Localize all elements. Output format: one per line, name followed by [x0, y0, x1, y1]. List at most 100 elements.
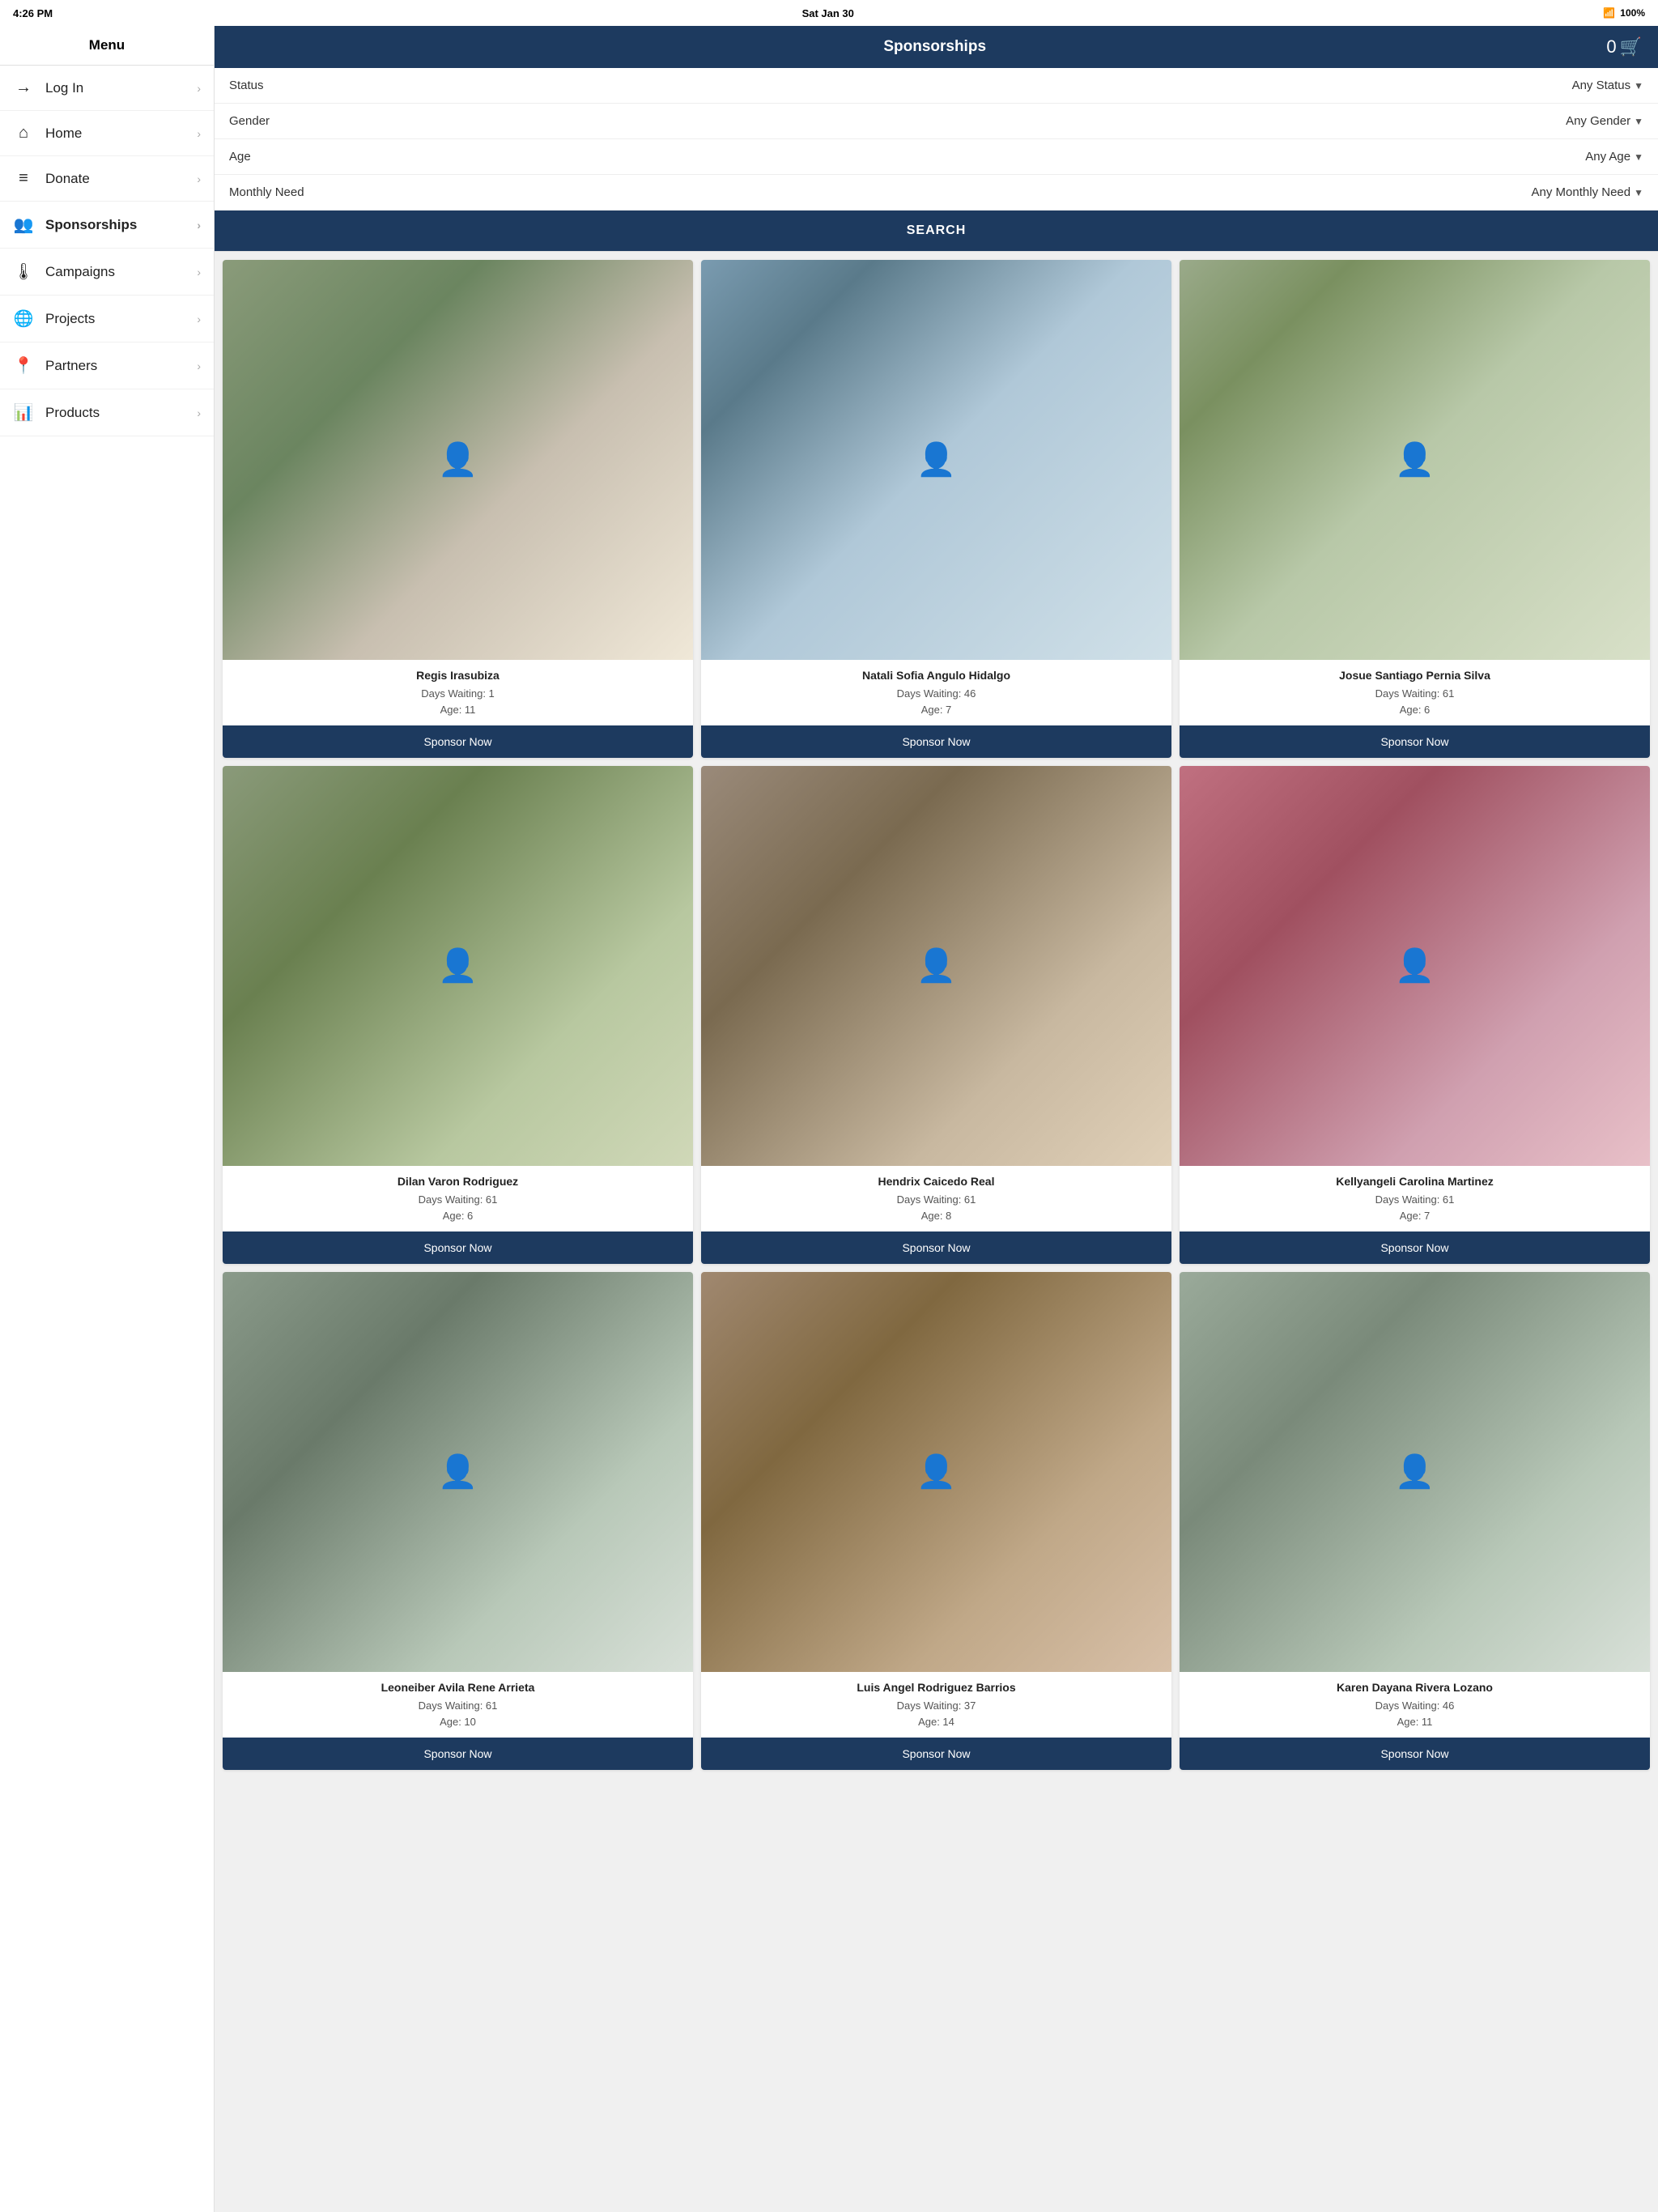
filter-age[interactable]: Age Any Age ▼ [215, 139, 1658, 175]
child-name-3: Josue Santiago Pernia Silva [1188, 668, 1642, 683]
sponsor-button-4[interactable]: Sponsor Now [223, 1231, 693, 1264]
filter-monthlyNeed[interactable]: Monthly Need Any Monthly Need ▼ [215, 175, 1658, 211]
sidebar-item-partners[interactable]: 📍 Partners › [0, 342, 214, 389]
child-photo-5: 👤 [701, 766, 1171, 1166]
filter-value-monthlyNeed: Any Monthly Need ▼ [1532, 185, 1643, 199]
photo-placeholder-8: 👤 [701, 1272, 1171, 1672]
filter-status[interactable]: Status Any Status ▼ [215, 68, 1658, 104]
sidebar: Menu → Log In › ⌂ Home › ≡ Donate › 👥 Sp… [0, 26, 215, 2212]
child-card-1: 👤 Regis Irasubiza Days Waiting: 1 Age: 1… [223, 260, 693, 758]
photo-placeholder-7: 👤 [223, 1272, 693, 1672]
sponsor-button-3[interactable]: Sponsor Now [1180, 725, 1650, 758]
dropdown-arrow-gender: ▼ [1634, 116, 1643, 127]
child-photo-1: 👤 [223, 260, 693, 660]
sidebar-label-sponsorships: Sponsorships [45, 217, 185, 233]
card-body-9: Karen Dayana Rivera Lozano Days Waiting:… [1180, 1672, 1650, 1729]
sidebar-item-home[interactable]: ⌂ Home › [0, 111, 214, 156]
children-grid-area: 👤 Regis Irasubiza Days Waiting: 1 Age: 1… [215, 252, 1658, 2212]
child-card-3: 👤 Josue Santiago Pernia Silva Days Waiti… [1180, 260, 1650, 758]
login-icon: → [13, 79, 34, 97]
partners-icon: 📍 [13, 355, 34, 376]
sidebar-label-home: Home [45, 125, 185, 142]
child-age-3: Age: 6 [1188, 702, 1642, 718]
child-days-waiting-8: Days Waiting: 37 [709, 1698, 1163, 1714]
child-name-8: Luis Angel Rodriguez Barrios [709, 1680, 1163, 1695]
chevron-icon-campaigns: › [197, 266, 201, 279]
card-body-3: Josue Santiago Pernia Silva Days Waiting… [1180, 660, 1650, 717]
filter-label-age: Age [229, 150, 251, 164]
battery-indicator: 100% [1620, 7, 1645, 19]
chevron-icon-projects: › [197, 313, 201, 325]
sponsor-button-8[interactable]: Sponsor Now [701, 1738, 1171, 1770]
child-days-waiting-2: Days Waiting: 46 [709, 686, 1163, 702]
search-button[interactable]: SEARCH [215, 211, 1658, 251]
child-photo-8: 👤 [701, 1272, 1171, 1672]
child-name-2: Natali Sofia Angulo Hidalgo [709, 668, 1163, 683]
sponsor-button-6[interactable]: Sponsor Now [1180, 1231, 1650, 1264]
photo-placeholder-3: 👤 [1180, 260, 1650, 660]
dropdown-arrow-age: ▼ [1634, 151, 1643, 163]
campaigns-icon: 🌡 [13, 262, 34, 282]
child-days-waiting-5: Days Waiting: 61 [709, 1192, 1163, 1208]
child-card-4: 👤 Dilan Varon Rodriguez Days Waiting: 61… [223, 766, 693, 1264]
sponsor-button-1[interactable]: Sponsor Now [223, 725, 693, 758]
child-photo-2: 👤 [701, 260, 1171, 660]
child-name-6: Kellyangeli Carolina Martinez [1188, 1174, 1642, 1189]
page-title: Sponsorships [263, 38, 1606, 56]
filter-label-status: Status [229, 79, 264, 92]
card-body-8: Luis Angel Rodriguez Barrios Days Waitin… [701, 1672, 1171, 1729]
child-photo-6: 👤 [1180, 766, 1650, 1166]
chevron-icon-partners: › [197, 359, 201, 372]
card-body-5: Hendrix Caicedo Real Days Waiting: 61 Ag… [701, 1166, 1171, 1223]
child-age-6: Age: 7 [1188, 1208, 1642, 1224]
sponsor-button-7[interactable]: Sponsor Now [223, 1738, 693, 1770]
child-days-waiting-7: Days Waiting: 61 [231, 1698, 685, 1714]
sponsor-button-5[interactable]: Sponsor Now [701, 1231, 1171, 1264]
main-content: Sponsorships 0 🛒 Status Any Status ▼ Gen… [215, 26, 1658, 2212]
child-days-waiting-1: Days Waiting: 1 [231, 686, 685, 702]
filters-section: Status Any Status ▼ Gender Any Gender ▼ … [215, 68, 1658, 252]
child-age-8: Age: 14 [709, 1714, 1163, 1730]
sidebar-item-donate[interactable]: ≡ Donate › [0, 156, 214, 202]
child-age-1: Age: 11 [231, 702, 685, 718]
sidebar-item-sponsorships[interactable]: 👥 Sponsorships › [0, 202, 214, 249]
dropdown-arrow-monthlyNeed: ▼ [1634, 187, 1643, 198]
sidebar-item-projects[interactable]: 🌐 Projects › [0, 296, 214, 342]
sponsor-button-2[interactable]: Sponsor Now [701, 725, 1171, 758]
child-card-7: 👤 Leoneiber Avila Rene Arrieta Days Wait… [223, 1272, 693, 1770]
sidebar-item-login[interactable]: → Log In › [0, 66, 214, 111]
card-body-4: Dilan Varon Rodriguez Days Waiting: 61 A… [223, 1166, 693, 1223]
child-photo-7: 👤 [223, 1272, 693, 1672]
chevron-icon-donate: › [197, 172, 201, 185]
child-days-waiting-6: Days Waiting: 61 [1188, 1192, 1642, 1208]
chevron-icon-login: › [197, 82, 201, 95]
cart-button[interactable]: 0 🛒 [1606, 36, 1642, 57]
child-days-waiting-4: Days Waiting: 61 [231, 1192, 685, 1208]
sidebar-label-donate: Donate [45, 171, 185, 187]
filter-label-monthlyNeed: Monthly Need [229, 185, 304, 199]
child-age-7: Age: 10 [231, 1714, 685, 1730]
child-card-5: 👤 Hendrix Caicedo Real Days Waiting: 61 … [701, 766, 1171, 1264]
sidebar-label-login: Log In [45, 80, 185, 96]
child-name-1: Regis Irasubiza [231, 668, 685, 683]
sidebar-item-products[interactable]: 📊 Products › [0, 389, 214, 436]
child-age-4: Age: 6 [231, 1208, 685, 1224]
chevron-icon-products: › [197, 406, 201, 419]
photo-placeholder-1: 👤 [223, 260, 693, 660]
sidebar-item-campaigns[interactable]: 🌡 Campaigns › [0, 249, 214, 296]
sponsor-button-9[interactable]: Sponsor Now [1180, 1738, 1650, 1770]
chevron-icon-home: › [197, 127, 201, 140]
child-age-9: Age: 11 [1188, 1714, 1642, 1730]
sponsorships-icon: 👥 [13, 215, 34, 235]
photo-placeholder-9: 👤 [1180, 1272, 1650, 1672]
child-photo-3: 👤 [1180, 260, 1650, 660]
child-days-waiting-9: Days Waiting: 46 [1188, 1698, 1642, 1714]
child-name-5: Hendrix Caicedo Real [709, 1174, 1163, 1189]
sidebar-label-partners: Partners [45, 358, 185, 374]
child-card-8: 👤 Luis Angel Rodriguez Barrios Days Wait… [701, 1272, 1171, 1770]
sidebar-label-campaigns: Campaigns [45, 264, 185, 280]
filter-gender[interactable]: Gender Any Gender ▼ [215, 104, 1658, 139]
sidebar-label-products: Products [45, 405, 185, 421]
child-photo-4: 👤 [223, 766, 693, 1166]
filter-label-gender: Gender [229, 114, 270, 128]
